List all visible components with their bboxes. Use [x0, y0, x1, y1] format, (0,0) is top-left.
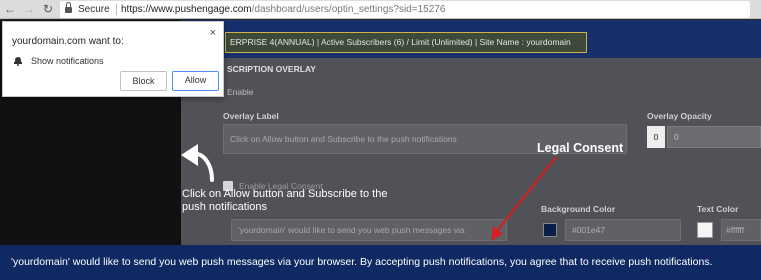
back-arrow-icon[interactable]: ←	[3, 2, 17, 16]
text-color-title: Text Color	[697, 204, 739, 214]
close-icon[interactable]: ×	[210, 27, 216, 39]
allow-button[interactable]: Allow	[172, 71, 219, 91]
opacity-slider[interactable]: 0	[667, 126, 761, 148]
browser-address-bar: ← → ↻ Secure https://www.pushengage.com/…	[0, 0, 761, 19]
dashboard-header: ERPRISE 4(ANNUAL) | Active Subscribers (…	[181, 20, 761, 58]
reload-icon[interactable]: ↻	[41, 2, 55, 16]
url-divider	[116, 4, 117, 15]
url-text: https://www.pushengage.com/dashboard/use…	[121, 1, 445, 18]
background-color-swatch[interactable]	[543, 223, 557, 237]
notification-permission-popup: yourdomain.com want to: × Show notificat…	[2, 21, 224, 97]
lock-icon	[65, 2, 72, 13]
background-color-input[interactable]: #001e47	[565, 219, 681, 241]
legal-consent-annotation: Legal Consent	[537, 141, 624, 155]
bell-icon	[14, 57, 22, 66]
overlay-label-title: Overlay Label	[223, 111, 279, 121]
overlay-instruction-text: Click on Allow button and Subscribe to t…	[182, 188, 388, 213]
overlay-opacity-title: Overlay Opacity	[647, 111, 712, 121]
consent-message-input[interactable]: 'yourdomain' would like to send you web …	[231, 219, 507, 241]
url-path: /dashboard/users/optin_settings?sid=1527…	[251, 4, 446, 15]
forward-arrow-icon[interactable]: →	[22, 2, 36, 16]
permission-text: Show notifications	[31, 56, 104, 66]
enable-label: Enable	[227, 87, 254, 97]
section-title: SCRIPTION OVERLAY	[227, 64, 316, 74]
url-host: https://www.pushengage.com	[121, 4, 252, 15]
secure-label: Secure	[78, 4, 110, 15]
block-button[interactable]: Block	[120, 71, 167, 91]
background-color-title: Background Color	[541, 204, 616, 214]
opacity-number[interactable]: 0	[647, 126, 665, 148]
text-color-input[interactable]: #ffffff	[721, 219, 761, 241]
plan-info-bar: ERPRISE 4(ANNUAL) | Active Subscribers (…	[225, 32, 587, 53]
url-field[interactable]: Secure https://www.pushengage.com/dashbo…	[60, 1, 750, 18]
opacity-control: 0 0	[647, 124, 761, 154]
legal-consent-bar: 'yourdomain' would like to send you web …	[0, 245, 761, 280]
text-color-swatch[interactable]	[697, 222, 713, 238]
popup-title: yourdomain.com want to:	[12, 36, 124, 47]
